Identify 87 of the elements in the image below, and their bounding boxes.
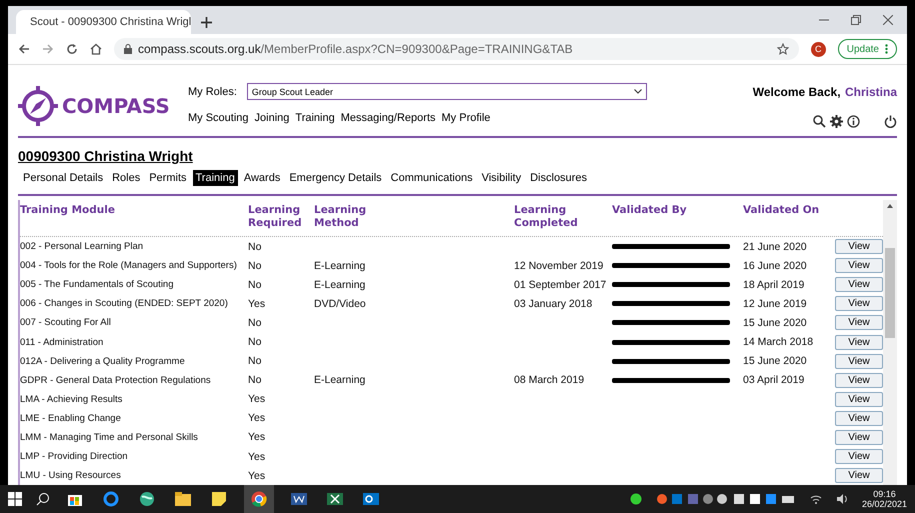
address-bar[interactable]: compass.scouts.org.uk/MemberProfile.aspx?CN=909300&Page=TRAINING&TAB (114, 38, 799, 60)
table-cell-text: LME - Enabling Change (20, 412, 122, 424)
table-cell-text: Yes (248, 412, 266, 424)
profile-tab[interactable]: Disclosures (527, 170, 590, 186)
user-name: Christina (844, 85, 897, 99)
clock-time: 09:16 (873, 489, 896, 499)
table-cell-text: LMM - Managing Time and Personal Skills (20, 432, 199, 443)
table-cell-text: E-Learning (314, 278, 366, 291)
view-button[interactable]: View (835, 334, 883, 350)
column-header: Learning Required (248, 204, 303, 230)
profile-avatar[interactable]: C (810, 42, 826, 56)
table-cell-text: No (248, 260, 262, 272)
nav-link[interactable]: My Profile (442, 112, 490, 124)
member-title: 00909300 Christina Wright (18, 148, 194, 164)
table-cell-text: 08 March 2019 (514, 374, 586, 386)
nav-link[interactable]: Joining (254, 112, 290, 124)
table-cell-text: 21 June 2020 (743, 240, 808, 253)
table-cell-text: 03 January 2018 (514, 298, 594, 310)
view-button[interactable]: View (835, 410, 883, 426)
view-button[interactable]: View (835, 449, 883, 464)
view-button[interactable]: View (835, 468, 883, 484)
table-cell-text: 18 April 2019 (743, 278, 806, 291)
table-cell-text: 12 June 2019 (743, 298, 808, 310)
table-cell-text: LMP - Providing Direction (20, 451, 129, 462)
welcome-text: Welcome Back, (752, 85, 841, 99)
table-cell-text: No (248, 278, 262, 291)
profile-tab[interactable]: Personal Details (20, 170, 106, 186)
profile-tab[interactable]: Emergency Details (286, 170, 385, 186)
table-cell-text: No (248, 336, 262, 348)
table-cell-text: 012A - Delivering a Quality Programme (20, 356, 186, 367)
table-cell-text: 002 - Personal Learning Plan (20, 241, 144, 252)
table-cell-text: 15 June 2020 (743, 316, 808, 329)
table-cell-text: 01 September 2017 (514, 278, 608, 291)
table-cell-text: No (248, 355, 262, 368)
table-cell-text: 14 March 2018 (743, 336, 814, 348)
table-cell-text: LMA - Achieving Results (20, 394, 124, 405)
table-cell-text: 006 - Changes in Scouting (ENDED: SEPT 2020) (20, 298, 229, 310)
table-cell-text: 16 June 2020 (743, 260, 808, 272)
nav-link[interactable]: My Scouting (188, 112, 249, 124)
update-button[interactable]: Update (838, 39, 897, 59)
table-cell-text: 03 April 2019 (743, 374, 806, 386)
table-cell-text: E-Learning (314, 374, 366, 386)
view-button[interactable]: View (835, 239, 883, 254)
view-button[interactable]: View (835, 296, 883, 312)
column-header: Validated By (612, 204, 688, 217)
column-header: Learning Method (314, 204, 368, 230)
table-cell-text: Yes (248, 431, 266, 444)
table-cell-text: 15 June 2020 (743, 355, 808, 368)
table-cell-text: 011 - Administration (20, 336, 104, 348)
browser-tab[interactable]: Scout - 00909300 Christina Wrigl (16, 10, 191, 34)
table-cell-text: No (248, 374, 262, 386)
table-cell-text: 005 - The Fundamentals of Scouting (20, 279, 175, 290)
nav-link[interactable]: Messaging/Reports (340, 112, 436, 124)
table-cell-text: Yes (248, 470, 266, 482)
table-cell-text: 007 - Scouting For All (20, 317, 112, 328)
table-cell-text: No (248, 240, 262, 253)
view-button[interactable]: View (835, 277, 883, 292)
profile-tab[interactable]: Visibility (478, 170, 524, 186)
logo-text: COMPASS (62, 94, 170, 118)
table-cell-text: E-Learning (314, 260, 366, 272)
table-cell-text: DVD/Video (314, 298, 367, 310)
table-cell-text: GDPR - General Data Protection Regulations (20, 374, 212, 386)
table-cell-text: 004 - Tools for the Role (Managers and Supporters) (20, 260, 238, 272)
column-header: Training Module (20, 204, 116, 217)
roles-label: My Roles: (188, 86, 237, 98)
column-header: Learning Completed (514, 204, 579, 230)
view-button[interactable]: View (835, 258, 883, 274)
profile-tab[interactable]: Communications (388, 170, 476, 186)
table-cell-text: No (248, 316, 262, 329)
roles-dropdown[interactable]: Group Scout Leader (246, 83, 647, 100)
table-cell-text: 12 November 2019 (514, 260, 604, 272)
nav-link[interactable]: Training (295, 112, 335, 124)
column-header: Validated On (743, 204, 820, 217)
profile-tab[interactable]: Awards (240, 170, 284, 186)
view-button[interactable]: View (835, 354, 883, 369)
profile-tab[interactable]: Roles (109, 170, 144, 186)
profile-tab[interactable]: Training (192, 170, 238, 186)
table-cell-text: Yes (248, 298, 266, 310)
profile-tab[interactable]: Permits (146, 170, 190, 186)
view-button[interactable]: View (835, 372, 883, 388)
clock-date: 26/02/2021 (862, 499, 907, 509)
table-cell-text: LMU - Using Resources (20, 470, 122, 482)
table-cell-text: Yes (248, 450, 266, 463)
table-cell-text: Yes (248, 393, 266, 406)
view-button[interactable]: View (835, 392, 883, 407)
view-button[interactable]: View (835, 315, 883, 330)
view-button[interactable]: View (835, 430, 883, 445)
